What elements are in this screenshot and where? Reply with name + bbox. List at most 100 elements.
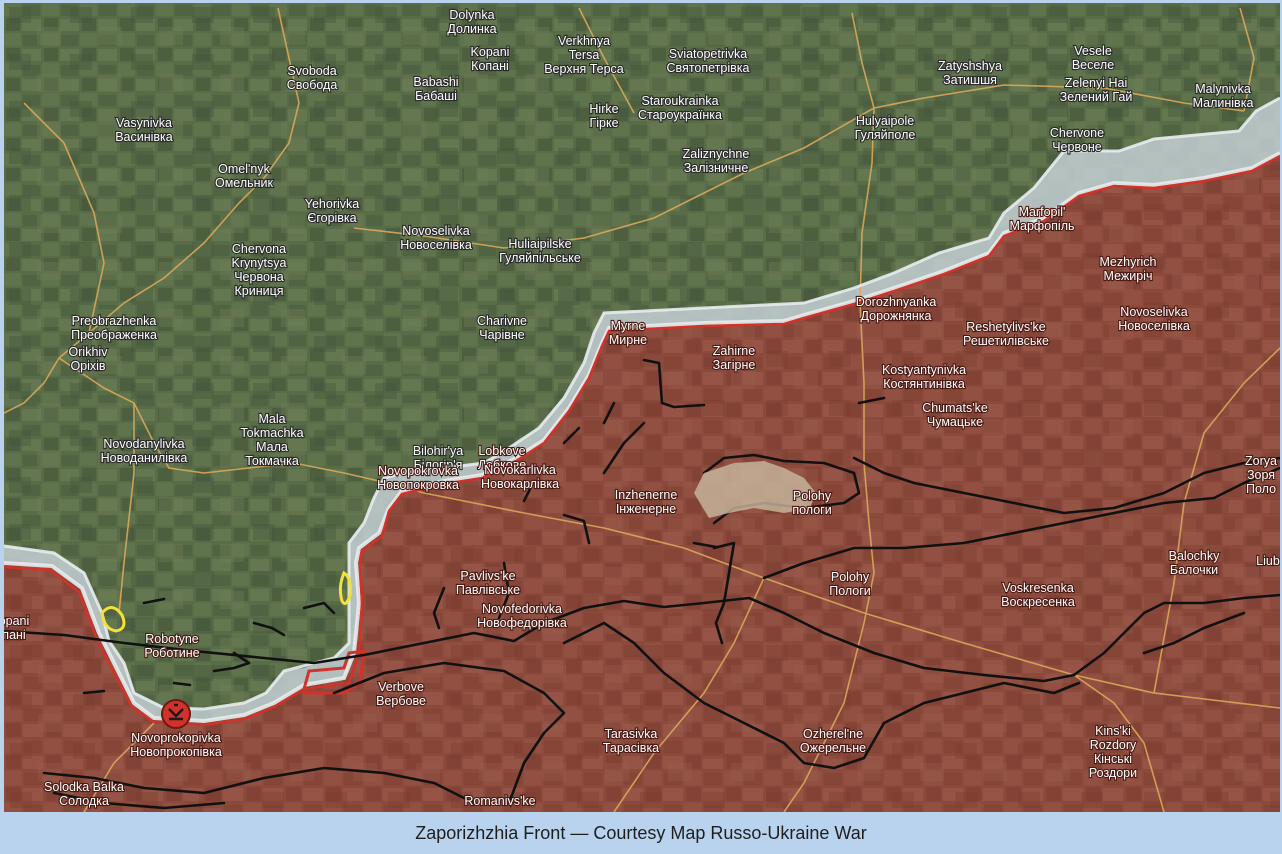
place-name-latin: Yehorivka	[305, 197, 359, 211]
place-label-liubytske: Liub	[1255, 553, 1280, 569]
place-label-ozherelne: Ozherel'neОжерельне	[799, 726, 867, 756]
place-name-line: Токмачка	[245, 454, 299, 468]
place-name-line: Залізничне	[684, 161, 749, 175]
place-name-latin: Bilohir'ya	[413, 444, 463, 458]
place-label-balochky: BalochkyБалочки	[1168, 548, 1222, 578]
place-name-latin: Balochky	[1169, 549, 1220, 563]
place-label-sviatopetrivka: SviatopetrivkaСвятопетрівка	[665, 46, 750, 76]
place-label-novoselivka-e: NovoselivkaНовоселівка	[1117, 304, 1191, 334]
place-name-line: Krynytsya	[232, 256, 287, 270]
place-name-latin: Zelenyi Hai	[1065, 76, 1128, 90]
place-name-line: Інженерне	[616, 502, 676, 516]
place-name-line: Гуляйпільське	[499, 251, 581, 265]
place-label-myrne: MyrneМирне	[608, 318, 648, 348]
place-name-latin: Omel'nyk	[218, 162, 270, 176]
place-name-latin: Voskresenka	[1002, 581, 1074, 595]
place-label-polohy: PolohyПологи	[828, 569, 872, 599]
place-name-latin: Novodanylivka	[103, 437, 184, 451]
place-name-latin: Robotyne	[145, 632, 199, 646]
place-name-line: Новопрокопівка	[130, 745, 222, 759]
place-label-zatyshshya: ZatyshshyaЗатишшя	[937, 58, 1003, 88]
place-label-novokarlivka: NovokarlivkaНовокарлівка	[480, 462, 560, 492]
place-name-line: Копані	[471, 59, 509, 73]
place-name-line: Тарасівка	[603, 741, 659, 755]
place-name-line: Роздори	[1089, 766, 1137, 780]
place-name-latin: Staroukrainka	[641, 94, 718, 108]
place-name-line: Новопокровка	[377, 478, 459, 492]
place-label-reshetylivske: Reshetylivs'keРешетилівське	[962, 319, 1050, 349]
place-name-line: Tokmachka	[240, 426, 303, 440]
place-name-latin: opani	[4, 614, 29, 628]
place-name-line: Rozdory	[1090, 738, 1137, 752]
place-name-latin: Zatyshshya	[938, 59, 1002, 73]
place-name-line: Роботине	[144, 646, 199, 660]
place-name-latin: Charivne	[477, 314, 527, 328]
place-label-omelnyk: Omel'nykОмельник	[214, 161, 275, 191]
place-name-latin: Chumats'ke	[922, 401, 988, 415]
place-label-vasynivka: VasynivkaВасинівка	[114, 115, 174, 145]
place-name-latin: Novopokrovka	[378, 464, 458, 478]
place-name-line: Оріхів	[70, 359, 105, 373]
place-name-latin: Chervone	[1050, 126, 1104, 140]
place-label-orikhiv: OrikhivОріхів	[67, 344, 109, 374]
place-label-chumatske: Chumats'keЧумацьке	[921, 400, 989, 430]
place-name-latin: Lobkove	[478, 444, 525, 458]
place-label-romanivske: Romanivs'ke	[463, 793, 536, 809]
place-name-line: Криниця	[234, 284, 283, 298]
place-name-latin: Hirke	[589, 102, 618, 116]
place-name-line: Гуляйполе	[855, 128, 916, 142]
place-label-yehorivka: YehorivkaЄгорівка	[304, 196, 361, 226]
place-name-latin: Dorozhnyanka	[856, 295, 937, 309]
place-name-line: Tersa	[569, 48, 600, 62]
map-canvas: DolynkaДолинкаKopaniКопаніVerkhnyaTersaВ…	[4, 3, 1280, 812]
place-name-latin: Pavlivs'ke	[460, 569, 515, 583]
place-label-babashi: BabashiБабаші	[412, 74, 459, 104]
place-name-latin: Novoprokopivka	[131, 731, 221, 745]
place-name-line: Дорожнянка	[861, 309, 932, 323]
place-name-latin: Hulyaipole	[856, 114, 914, 128]
place-name-latin: Vasynivka	[116, 116, 172, 130]
place-name-line: Вербове	[376, 694, 426, 708]
place-name-line: Балочки	[1170, 563, 1218, 577]
place-name-line: пані	[4, 628, 26, 642]
place-name-line: Свобода	[287, 78, 338, 92]
place-name-latin: Verbove	[378, 680, 424, 694]
place-name-line: Чумацьке	[927, 415, 983, 429]
place-label-svoboda: SvobodaСвобода	[286, 63, 339, 93]
place-name-latin: Zaliznychne	[683, 147, 750, 161]
place-name-line: Мала	[256, 440, 288, 454]
place-label-mezhyrich: MezhyrichМежиріч	[1098, 254, 1157, 284]
place-name-line: Бабаші	[415, 89, 457, 103]
place-name-latin: Huliaipilske	[508, 237, 571, 251]
place-label-zaliznychne: ZaliznychneЗалізничне	[682, 146, 751, 176]
place-label-novoselivka-w: NovoselivkaНовоселівка	[399, 223, 473, 253]
place-name-latin: Zorya	[1245, 454, 1277, 468]
place-name-line: Пологи	[829, 584, 871, 598]
place-name-line: пологи	[792, 503, 831, 517]
place-name-line: Чарівне	[479, 328, 525, 342]
place-name-latin: Orikhiv	[69, 345, 109, 359]
place-name-line: Староукраїнка	[638, 108, 722, 122]
place-name-line: Новофедорівка	[477, 616, 567, 630]
place-name-line: Святопетрівка	[667, 61, 750, 75]
place-name-latin: Verkhnya	[558, 34, 610, 48]
place-label-staroukrainka: StaroukrainkaСтароукраїнка	[637, 93, 723, 123]
place-label-chervone: ChervoneЧервоне	[1049, 125, 1105, 155]
place-name-latin: Novokarlivka	[484, 463, 556, 477]
place-name-line: Єгорівка	[307, 211, 356, 225]
map-figure: Dolynka Долинка Kopani Копані Verkhnya Tersa В…	[0, 0, 1282, 850]
place-name-line: Червоне	[1052, 140, 1102, 154]
place-name-line: Новоселівка	[1118, 319, 1190, 333]
place-label-pavlivske: Pavlivs'keПавлівське	[455, 568, 521, 598]
place-name-line: Преображенка	[71, 328, 157, 342]
place-label-marfopil: Marfopil'Марфопіль	[1008, 204, 1075, 234]
place-label-tarasivka: TarasivkaТарасівка	[602, 726, 661, 756]
front-map[interactable]: Dolynka Долинка Kopani Копані Verkhnya Tersa В…	[4, 3, 1280, 812]
place-label-kopani-w: opaniпані	[4, 613, 30, 643]
place-name-line: Мирне	[609, 333, 647, 347]
place-label-hirke: HirkeГірке	[588, 101, 619, 131]
place-name-line: Омельник	[215, 176, 274, 190]
place-label-novopokrovka: NovopokrovkaНовопокровка	[376, 463, 460, 493]
place-label-verbove: VerboveВербове	[375, 679, 427, 709]
place-label-novoprokopivka: NovoprokopivkaНовопрокопівка	[129, 730, 223, 760]
